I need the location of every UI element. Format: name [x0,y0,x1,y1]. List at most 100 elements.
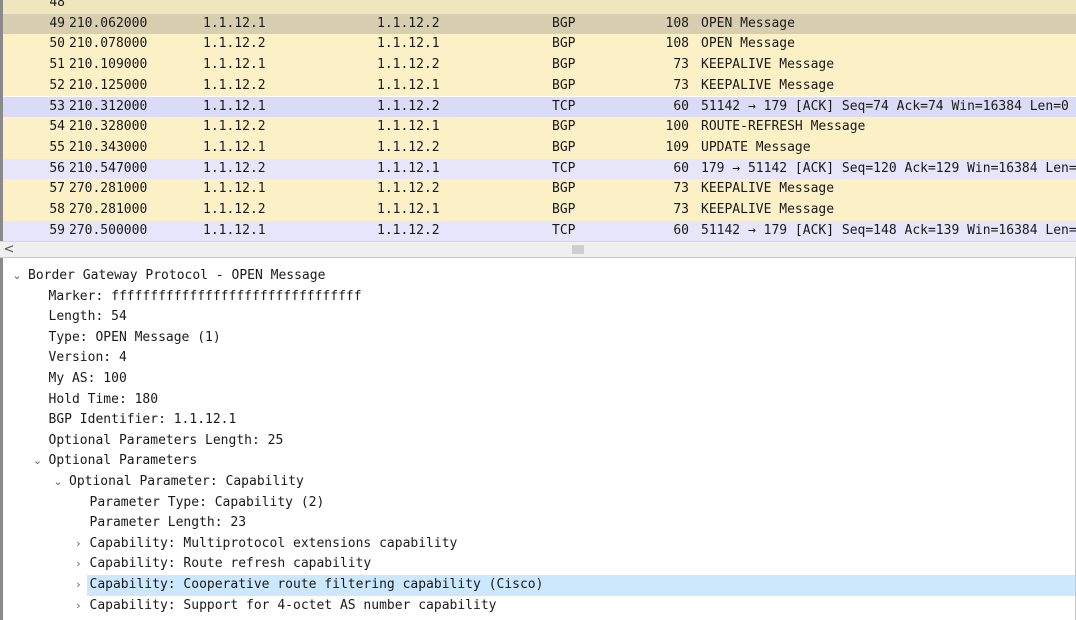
packet-row[interactable]: 58 270.281000 1.1.12.2 1.1.12.1 BGP 73 KEEPALI… [3,200,1076,221]
tree-node[interactable]: › Capability: Cooperative route filtering… [3,575,1075,596]
packet-cell-src: 1.1.12.1 [203,181,266,197]
packet-cell-dst: 1.1.12.2 [377,181,440,197]
packet-cell-prot: BGP [552,57,576,73]
packet-row[interactable]: 52 210.125000 1.1.12.2 1.1.12.1 BGP 73 KEEPALI… [3,75,1076,97]
chevron-down-icon[interactable]: ⌄ [32,451,44,472]
packet-cell-dst: 1.1.12.2 [377,98,440,114]
packet-cell-len: 73 [673,77,689,93]
packet-cell-prot: BGP [552,181,576,197]
tree-field[interactable]: Marker: ffffffffffffffffffffffffffffffff [3,287,1075,308]
tree-text: Parameter Length: 23 [89,515,247,531]
packet-row[interactable]: 57 270.281000 1.1.12.1 1.1.12.2 BGP 73 KEEPALI… [3,179,1076,200]
packet-cell-info: 51142 → 179 [ACK] Seq=74 Ack=74 Win=1638… [701,98,1069,114]
tree-text: Border Gateway Protocol - OPEN Message [28,268,326,283]
packet-list[interactable]: 48 49 210.062000 1.1.12.1 1.1.12.2 BGP 108 OPEN… [0,0,1076,241]
packet-cell-time: 210.062000 [69,15,148,31]
packet-cell-dst: 1.1.12.2 [377,57,440,73]
packet-cell-src: 1.1.12.2 [203,36,266,52]
packet-cell-prot: BGP [552,119,576,135]
packet-cell-time: 210.109000 [69,57,148,73]
tree-text: BGP Identifier: 1.1.12.1 [48,412,237,428]
packet-cell-no: 54 [49,119,65,135]
tree-node[interactable]: ⌄ Border Gateway Protocol - OPEN Message [3,266,1075,287]
packet-row[interactable]: 51 210.109000 1.1.12.1 1.1.12.2 BGP 73 KEEPALI… [3,55,1076,76]
packet-cell-info: KEEPALIVE Message [701,181,835,197]
packet-cell-no: 58 [49,202,65,217]
chevron-right-icon[interactable]: › [73,596,85,617]
chevron-down-icon[interactable]: ⌄ [52,472,64,493]
packet-cell-no: 53 [49,98,65,114]
tree-field[interactable]: Optional Parameters Length: 25 [3,431,1075,452]
packet-cell-no: 48 [49,0,65,10]
chevron-right-icon[interactable]: › [73,534,85,555]
packet-row[interactable]: 53 210.312000 1.1.12.1 1.1.12.2 TCP 60 51142 →… [3,96,1076,118]
tree-field[interactable]: Parameter Length: 23 [3,513,1075,534]
tree-node[interactable]: › Capability: Multiprotocol extensions ca… [3,534,1075,555]
packet-cell-len: 108 [665,15,689,31]
tree-node[interactable]: ⌄ Optional Parameters [3,451,1075,472]
packet-row[interactable]: 55 210.343000 1.1.12.1 1.1.12.2 BGP 109 UPDATE… [3,137,1076,159]
packet-cell-dst: 1.1.12.2 [377,222,440,238]
packet-cell-prot: BGP [552,36,576,52]
tree-field[interactable]: My AS: 100 [3,369,1075,390]
packet-cell-dst: 1.1.12.2 [377,15,440,31]
tree-field[interactable]: Parameter Type: Capability (2) [3,493,1075,514]
packet-cell-no: 56 [49,160,65,176]
packet-row[interactable]: 59 270.500000 1.1.12.1 1.1.12.2 TCP 60 51142 →… [3,220,1076,241]
tree-field[interactable]: Hold Time: 180 [3,390,1075,411]
horizontal-scrollbar[interactable]: < [0,241,1076,258]
packet-cell-no: 51 [49,57,65,73]
packet-cell-time: 210.078000 [69,36,148,52]
packet-cell-info: 179 → 51142 [ACK] Seq=120 Ack=129 Win=16… [701,160,1076,176]
packet-cell-len: 60 [673,222,689,238]
packet-cell-src: 1.1.12.2 [203,77,266,93]
tree-text: Capability: Cooperative route filtering … [89,577,544,592]
tree-text: Capability: Route refresh capability [89,556,372,572]
packet-cell-no: 50 [49,36,65,52]
packet-row[interactable]: 56 210.547000 1.1.12.2 1.1.12.1 TCP 60 179 → 5… [3,158,1076,180]
tree-text: Capability: Multiprotocol extensions cap… [89,535,458,551]
chevron-right-icon[interactable]: › [73,554,85,575]
scroll-thumb[interactable] [572,245,584,254]
tree-field[interactable]: Version: 4 [3,348,1075,369]
tree-text: Optional Parameters [48,453,198,469]
packet-row[interactable]: 54 210.328000 1.1.12.2 1.1.12.1 BGP 100 ROUTE-… [3,117,1076,138]
packet-cell-time: 210.547000 [69,160,148,176]
packet-cell-no: 49 [49,15,65,31]
packet-cell-src: 1.1.12.1 [203,98,266,114]
packet-cell-dst: 1.1.12.1 [377,36,440,52]
packet-row[interactable]: 49 210.062000 1.1.12.1 1.1.12.2 BGP 108 OPEN M… [3,13,1076,35]
packet-row[interactable]: 50 210.078000 1.1.12.2 1.1.12.1 BGP 108 OPEN M… [3,34,1076,56]
packet-cell-prot: BGP [552,139,576,155]
chevron-right-icon[interactable]: › [73,575,85,596]
packet-cell-prot: TCP [552,160,576,176]
packet-cell-time: 270.500000 [69,222,148,238]
packet-row[interactable]: 48 [3,0,1076,14]
chevron-down-icon[interactable]: ⌄ [11,266,23,287]
packet-cell-time: 270.281000 [69,202,148,217]
tree-node[interactable]: › Capability: Route refresh capability [3,554,1075,575]
packet-cell-prot: BGP [552,77,576,93]
packet-cell-no: 55 [49,139,65,155]
packet-cell-time: 270.281000 [69,181,148,197]
packet-cell-no: 59 [49,222,65,238]
packet-cell-len: 73 [673,181,689,197]
packet-cell-no: 52 [49,77,65,93]
packet-cell-len: 60 [673,160,689,176]
tree-text: My AS: 100 [48,371,127,386]
tree-node[interactable]: ⌄ Optional Parameter: Capability [3,472,1075,493]
packet-cell-prot: TCP [552,98,576,114]
packet-cell-info: OPEN Message [701,36,795,52]
scroll-left-arrow-icon[interactable]: < [2,242,16,258]
packet-details-tree[interactable]: ⌄ Border Gateway Protocol - OPEN Message M… [0,258,1076,620]
tree-node[interactable]: › Capability: Support for 4-octet AS numb… [3,596,1075,617]
tree-text: Capability: Support for 4-octet AS numbe… [89,597,497,613]
packet-cell-info: ROUTE-REFRESH Message [701,119,866,135]
tree-field[interactable]: Length: 54 [3,307,1075,328]
tree-text: Length: 54 [48,309,127,325]
packet-cell-len: 108 [665,36,689,52]
tree-text: Optional Parameter: Capability [69,474,304,489]
packet-cell-src: 1.1.12.2 [203,202,266,217]
tree-field[interactable]: BGP Identifier: 1.1.12.1 [3,410,1075,431]
tree-field[interactable]: Type: OPEN Message (1) [3,328,1075,349]
